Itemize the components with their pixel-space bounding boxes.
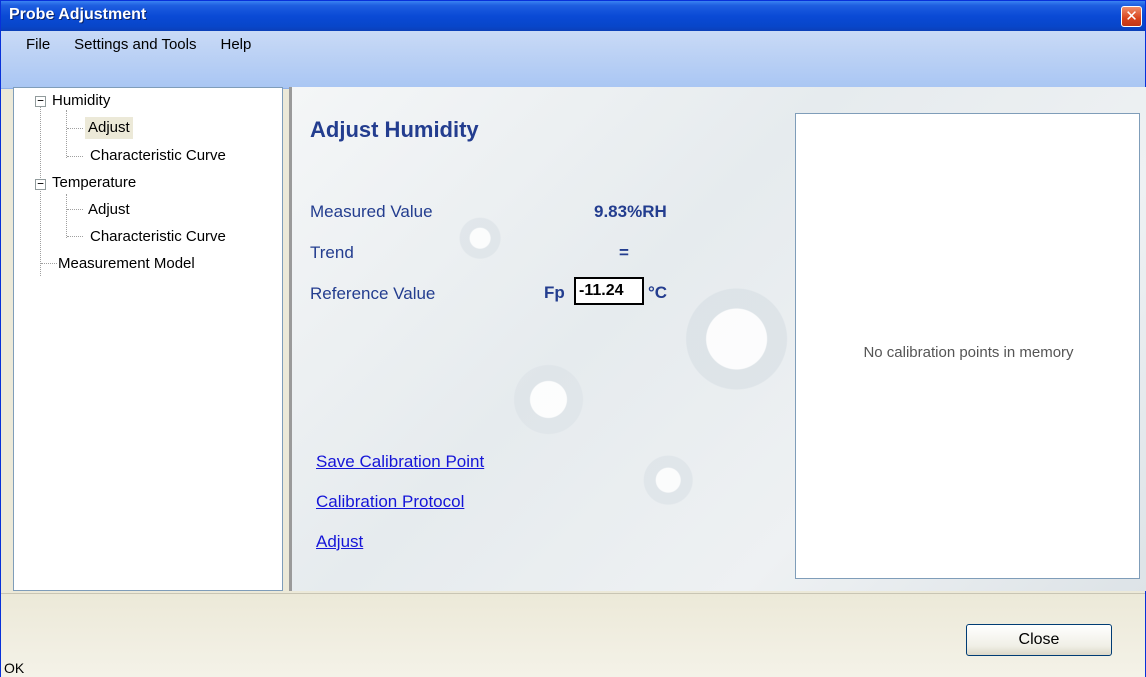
collapse-temperature-icon[interactable]: − xyxy=(35,178,46,190)
menu-help[interactable]: Help xyxy=(208,31,263,59)
reference-unit: °C xyxy=(648,283,668,302)
collapse-humidity-icon[interactable]: − xyxy=(35,95,46,107)
navigation-tree: − Humidity Adjust Characteristic Curve −… xyxy=(13,87,283,591)
tree-item-temperature-characteristic-curve[interactable]: Characteristic Curve xyxy=(90,226,226,248)
tree-item-temperature[interactable]: Temperature xyxy=(52,172,136,194)
measured-value: 9.83%RH xyxy=(594,202,667,221)
calibration-points-panel: No calibration points in memory xyxy=(795,113,1140,579)
calibration-protocol-link[interactable]: Calibration Protocol xyxy=(316,492,464,512)
status-text: OK xyxy=(4,660,25,676)
tree-connector xyxy=(67,128,83,129)
window-close-icon[interactable]: ✕ xyxy=(1121,6,1142,27)
page-title: Adjust Humidity xyxy=(310,117,479,142)
window-title: Probe Adjustment xyxy=(9,6,147,23)
tree-connector xyxy=(67,236,83,237)
menu-settings-and-tools[interactable]: Settings and Tools xyxy=(62,31,208,59)
tree-item-temperature-adjust[interactable]: Adjust xyxy=(88,199,130,221)
menu-file[interactable]: File xyxy=(1,31,62,59)
trend-label: Trend xyxy=(310,243,354,262)
tree-item-humidity-characteristic-curve[interactable]: Characteristic Curve xyxy=(90,145,226,167)
reference-prefix: Fp xyxy=(544,283,565,302)
tree-connector xyxy=(67,156,83,157)
adjust-panel: Adjust Humidity Measured Value 9.83%RH T… xyxy=(289,87,1146,591)
tree-connector xyxy=(66,110,67,158)
tree-connector xyxy=(40,106,41,276)
title-bar[interactable]: Probe Adjustment ✕ xyxy=(1,1,1145,31)
measured-value-label: Measured Value xyxy=(310,202,433,221)
trend-value: = xyxy=(619,243,629,262)
tree-item-humidity[interactable]: Humidity xyxy=(52,90,110,112)
save-calibration-point-link[interactable]: Save Calibration Point xyxy=(316,452,484,472)
tree-item-humidity-adjust[interactable]: Adjust xyxy=(85,117,133,139)
footer-bar: OK Close xyxy=(1,593,1145,677)
reference-value-label: Reference Value xyxy=(310,284,436,303)
adjust-link[interactable]: Adjust xyxy=(316,532,363,552)
menu-bar: File Settings and Tools Help xyxy=(1,31,1145,89)
close-button[interactable]: Close xyxy=(966,624,1112,656)
tree-connector xyxy=(67,209,83,210)
tree-connector xyxy=(41,263,57,264)
reference-value-input[interactable]: -11.24 xyxy=(574,277,644,305)
calibration-empty-message: No calibration points in memory xyxy=(863,344,1074,361)
tree-connector xyxy=(66,194,67,238)
tree-item-measurement-model[interactable]: Measurement Model xyxy=(58,253,195,275)
probe-adjustment-window: Probe Adjustment ✕ File Settings and Too… xyxy=(0,0,1146,677)
